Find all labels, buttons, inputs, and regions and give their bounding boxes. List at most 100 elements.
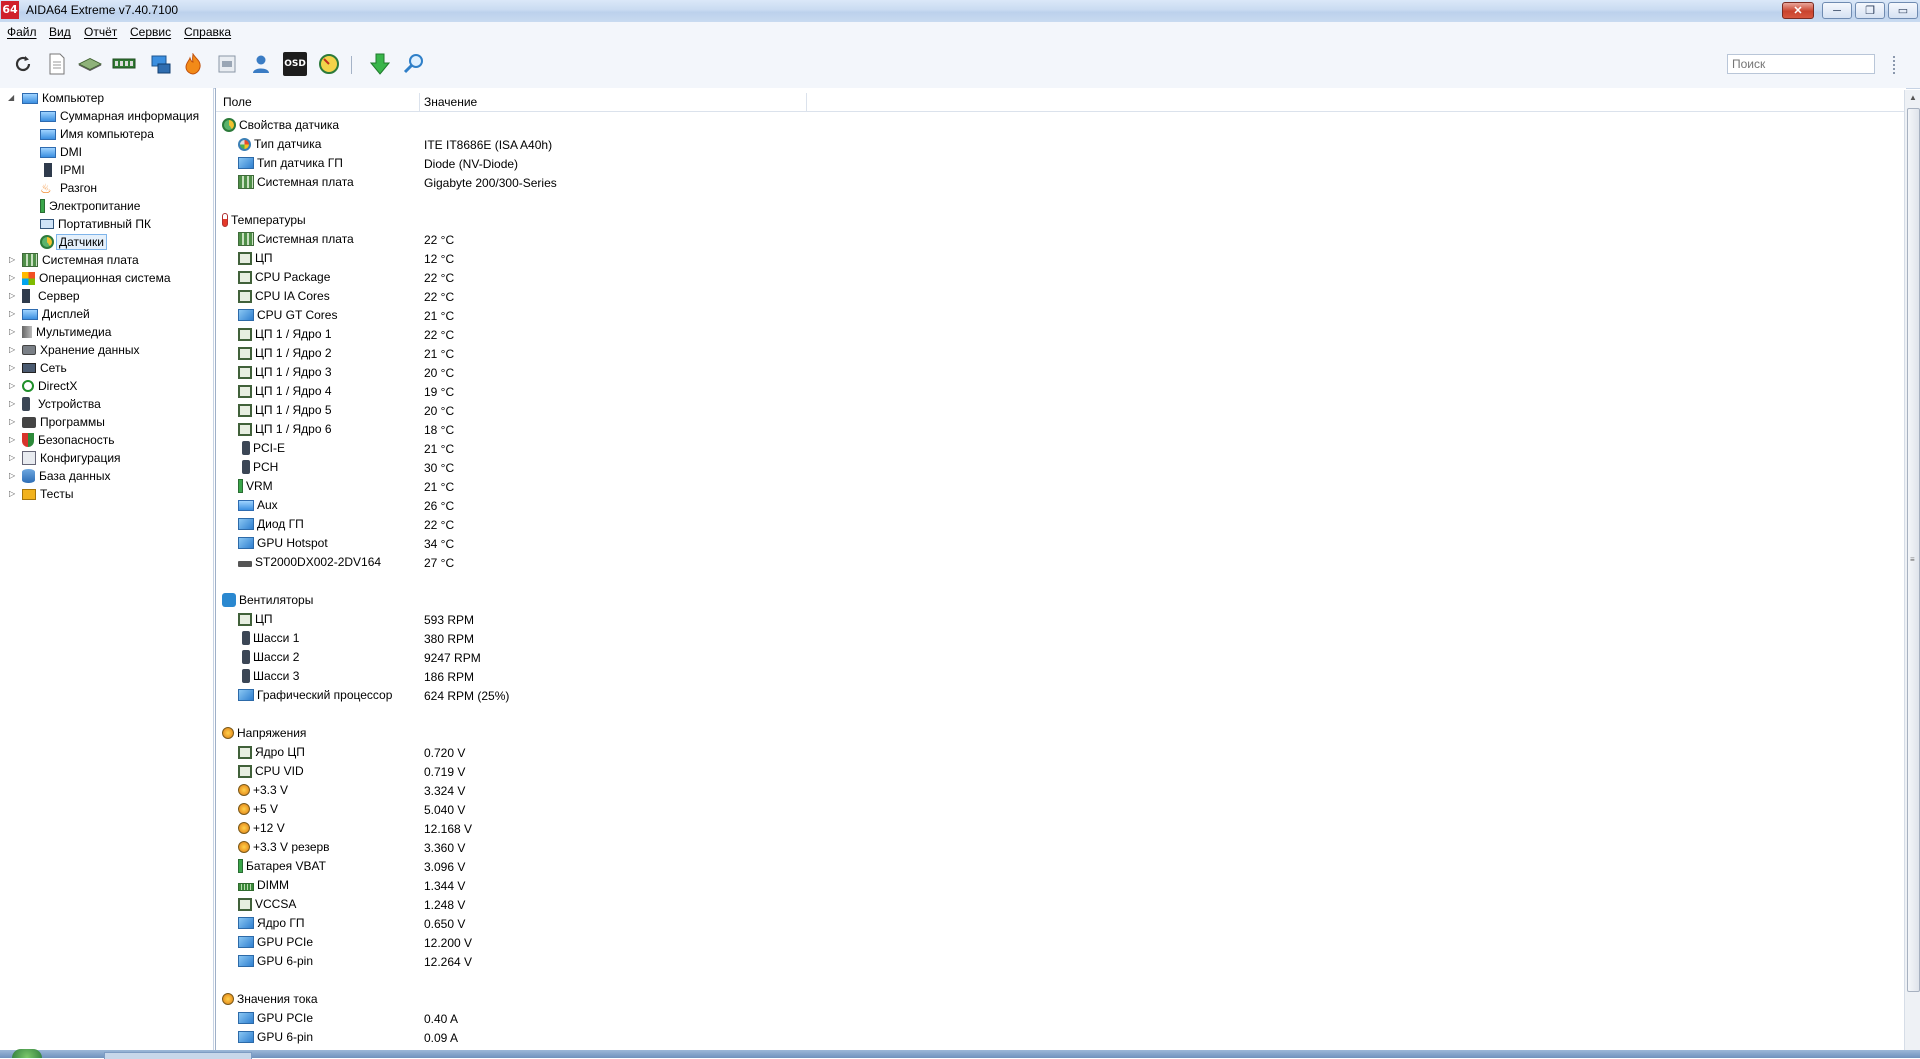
table-row[interactable]: +12 V 12.168 V bbox=[216, 819, 1816, 837]
table-row[interactable]: Графический процессор 624 RPM (25%) bbox=[216, 686, 1816, 704]
table-row[interactable]: Тип датчика ГП Diode (NV-Diode) bbox=[216, 154, 1816, 172]
table-row[interactable]: ЦП 1 / Ядро 1 22 °C bbox=[216, 325, 1816, 343]
menu-service[interactable]: Сервис bbox=[130, 25, 171, 39]
table-row[interactable]: Aux 26 °C bbox=[216, 496, 1816, 514]
table-row[interactable]: ЦП 1 / Ядро 6 18 °C bbox=[216, 420, 1816, 438]
tree-node-tests[interactable]: ▷ Тесты bbox=[0, 485, 73, 503]
table-row[interactable]: Шасси 2 9247 RPM bbox=[216, 648, 1816, 666]
minimize-button[interactable]: ─ bbox=[1822, 2, 1852, 19]
expand-icon[interactable]: ▷ bbox=[9, 291, 17, 301]
table-row[interactable]: Ядро ЦП 0.720 V bbox=[216, 743, 1816, 761]
expand-icon[interactable]: ▷ bbox=[9, 255, 17, 265]
table-row[interactable]: CPU IA Cores 22 °C bbox=[216, 287, 1816, 305]
table-row[interactable]: Шасси 3 186 RPM bbox=[216, 667, 1816, 685]
tree-node-programs[interactable]: ▷ Программы bbox=[0, 413, 105, 431]
expand-icon[interactable]: ▷ bbox=[9, 381, 17, 391]
table-row[interactable]: Системная плата 22 °C bbox=[216, 230, 1816, 248]
tree-node-directx[interactable]: ▷ DirectX bbox=[0, 377, 77, 395]
maximize-button[interactable]: ▭ bbox=[1888, 2, 1918, 19]
report-icon[interactable] bbox=[45, 52, 69, 76]
osd-icon[interactable]: OSD bbox=[283, 52, 307, 76]
tree-node-motherboard[interactable]: ▷ Системная плата bbox=[0, 251, 139, 269]
expand-icon[interactable]: ▷ bbox=[9, 471, 17, 481]
column-header-field[interactable]: Поле bbox=[223, 95, 252, 109]
expand-icon[interactable]: ▷ bbox=[9, 489, 17, 499]
search-icon[interactable] bbox=[402, 52, 426, 76]
tree-node-multimedia[interactable]: ▷ Мультимедиа bbox=[0, 323, 111, 341]
table-row[interactable]: +3.3 V 3.324 V bbox=[216, 781, 1816, 799]
expand-icon[interactable]: ▷ bbox=[9, 435, 17, 445]
group-header[interactable]: Значения тока bbox=[216, 990, 1816, 1008]
group-header[interactable]: Свойства датчика bbox=[216, 116, 1816, 134]
download-icon[interactable] bbox=[368, 52, 392, 76]
menu-help[interactable]: Справка bbox=[184, 25, 231, 39]
tree-node-database[interactable]: ▷ База данных bbox=[0, 467, 110, 485]
tree-item-computer-name[interactable]: Имя компьютера bbox=[40, 125, 154, 143]
expand-icon[interactable]: ▷ bbox=[9, 327, 17, 337]
tree-node-devices[interactable]: ▷ Устройства bbox=[0, 395, 101, 413]
table-row[interactable]: +5 V 5.040 V bbox=[216, 800, 1816, 818]
table-row[interactable]: Диод ГП 22 °C bbox=[216, 515, 1816, 533]
table-row[interactable]: CPU Package 22 °C bbox=[216, 268, 1816, 286]
tree-node-windows[interactable]: ▷ Операционная система bbox=[0, 269, 171, 287]
table-row[interactable]: Батарея VBAT 3.096 V bbox=[216, 857, 1816, 875]
table-row[interactable]: GPU PCIe 12.200 V bbox=[216, 933, 1816, 951]
cpu-benchmark-icon[interactable] bbox=[149, 52, 173, 76]
table-row[interactable]: GPU 6-pin 0.09 A bbox=[216, 1028, 1816, 1046]
group-header[interactable]: Вентиляторы bbox=[216, 591, 1816, 609]
table-row[interactable]: CPU GT Cores 21 °C bbox=[216, 306, 1816, 324]
column-header-value[interactable]: Значение bbox=[424, 95, 477, 109]
table-row[interactable]: Тип датчика ITE IT8686E (ISA A40h) bbox=[216, 135, 1816, 153]
menu-view[interactable]: Вид bbox=[49, 25, 71, 39]
tree-node-server[interactable]: ▷ Сервер bbox=[0, 287, 80, 305]
tree-item-laptop[interactable]: Портативный ПК bbox=[40, 215, 151, 233]
column-divider[interactable] bbox=[419, 93, 420, 111]
motherboard-icon[interactable] bbox=[78, 52, 102, 76]
tree-item-ipmi[interactable]: IPMI bbox=[40, 161, 85, 179]
refresh-icon[interactable] bbox=[11, 52, 35, 76]
expand-icon[interactable]: ▷ bbox=[9, 273, 17, 283]
table-row[interactable]: ЦП 12 °C bbox=[216, 249, 1816, 267]
memory-icon[interactable] bbox=[112, 52, 136, 76]
expand-icon[interactable]: ▷ bbox=[9, 453, 17, 463]
table-row[interactable]: +3.3 V резерв 3.360 V bbox=[216, 838, 1816, 856]
table-row[interactable]: ST2000DX002-2DV164 27 °C bbox=[216, 553, 1816, 571]
collapse-icon[interactable]: ◢ bbox=[8, 93, 16, 103]
tree-item-dmi[interactable]: DMI bbox=[40, 143, 82, 161]
restore-button[interactable]: ❐ bbox=[1855, 2, 1885, 19]
table-row[interactable]: Шасси 1 380 RPM bbox=[216, 629, 1816, 647]
table-row[interactable]: VCCSA 1.248 V bbox=[216, 895, 1816, 913]
table-row[interactable]: ЦП 593 RPM bbox=[216, 610, 1816, 628]
tree-node-storage[interactable]: ▷ Хранение данных bbox=[0, 341, 140, 359]
expand-icon[interactable]: ▷ bbox=[9, 363, 17, 373]
menu-file[interactable]: Файл bbox=[7, 25, 37, 39]
navigation-tree[interactable]: ◢ Компьютер Суммарная информация Имя ком… bbox=[0, 88, 214, 1050]
table-row[interactable]: ЦП 1 / Ядро 4 19 °C bbox=[216, 382, 1816, 400]
tree-item-summary[interactable]: Суммарная информация bbox=[40, 107, 199, 125]
column-divider[interactable] bbox=[806, 93, 807, 111]
expand-icon[interactable]: ▷ bbox=[9, 417, 17, 427]
table-row[interactable]: GPU PCIe 0.40 A bbox=[216, 1009, 1816, 1027]
table-row[interactable]: Ядро ГП 0.650 V bbox=[216, 914, 1816, 932]
tree-node-computer[interactable]: ◢ Компьютер bbox=[0, 89, 104, 107]
tree-item-power[interactable]: Электропитание bbox=[40, 197, 140, 215]
scrollbar-thumb[interactable] bbox=[1907, 108, 1920, 992]
user-icon[interactable] bbox=[249, 52, 273, 76]
expand-icon[interactable]: ▷ bbox=[9, 309, 17, 319]
toolbar-grip[interactable] bbox=[1893, 56, 1901, 74]
overclock-icon[interactable] bbox=[181, 52, 205, 76]
start-button[interactable] bbox=[12, 1049, 42, 1058]
table-row[interactable]: PCH 30 °C bbox=[216, 458, 1816, 476]
search-input[interactable] bbox=[1727, 54, 1875, 74]
table-row[interactable]: ЦП 1 / Ядро 5 20 °C bbox=[216, 401, 1816, 419]
table-row[interactable]: ЦП 1 / Ядро 2 21 °C bbox=[216, 344, 1816, 362]
tree-item-sensors[interactable]: Датчики bbox=[40, 233, 107, 251]
table-row[interactable]: DIMM 1.344 V bbox=[216, 876, 1816, 894]
table-row[interactable]: VRM 21 °C bbox=[216, 477, 1816, 495]
group-header[interactable]: Напряжения bbox=[216, 724, 1816, 742]
vertical-scrollbar[interactable]: ▲ ≡ bbox=[1904, 90, 1920, 1050]
close-button[interactable]: ✕ bbox=[1782, 2, 1814, 19]
expand-icon[interactable]: ▷ bbox=[9, 399, 17, 409]
expand-icon[interactable]: ▷ bbox=[9, 345, 17, 355]
tree-node-config[interactable]: ▷ Конфигурация bbox=[0, 449, 121, 467]
